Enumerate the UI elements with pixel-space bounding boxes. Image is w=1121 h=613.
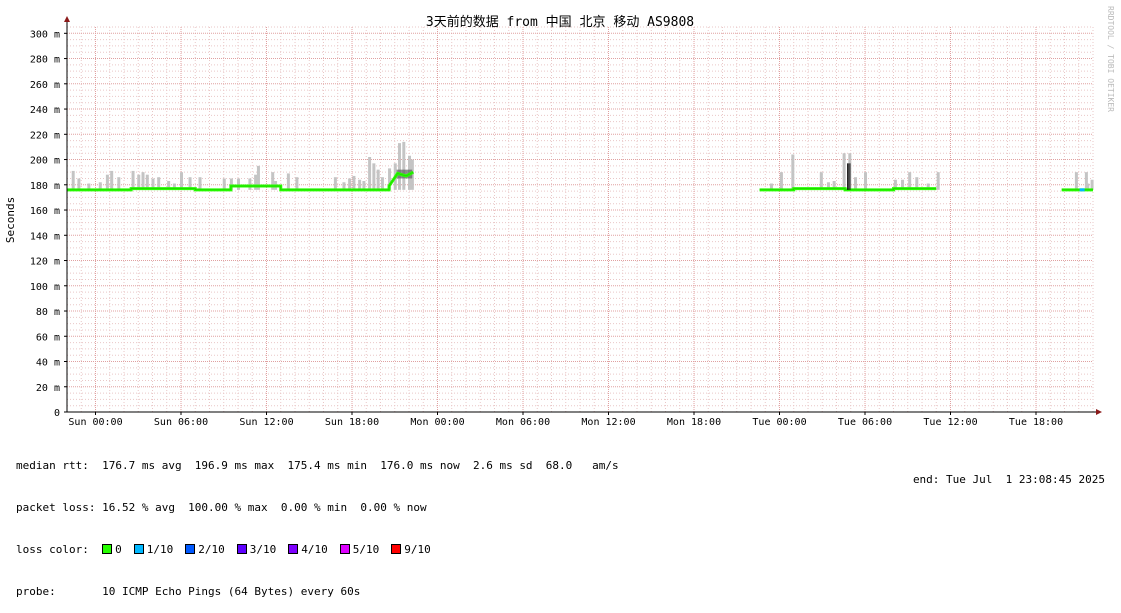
end-time: end: Tue Jul 1 23:08:45 2025 — [912, 473, 1105, 486]
x-tick-label: Sun 18:00 — [325, 417, 379, 428]
loss-color-label: loss color: — [16, 543, 89, 556]
x-tick-label: Mon 00:00 — [410, 417, 464, 428]
packet-loss-line: packet loss: 16.52 % avg 100.00 % max 0.… — [16, 501, 427, 514]
loss-marker — [1079, 188, 1085, 192]
y-tick-label: 260 m — [30, 80, 60, 91]
smoke-bar — [864, 172, 867, 190]
legend-label: 0 — [115, 543, 122, 556]
legend-item: 0 — [102, 543, 122, 556]
loss-legend-items: 0 1/10 2/10 3/10 4/10 5/10 9/10 — [102, 543, 443, 556]
legend-item: 3/10 — [236, 543, 277, 556]
smoke-bar — [295, 177, 299, 190]
y-tick-label: 100 m — [30, 282, 60, 293]
y-tick-label: 80 m — [36, 307, 60, 318]
smoke-bar — [117, 177, 121, 190]
y-tick-label: 180 m — [30, 181, 60, 192]
y-tick-label: 40 m — [36, 358, 60, 369]
smoke-bar — [254, 174, 258, 190]
legend-swatch — [185, 544, 196, 554]
rrdtool-watermark: RRDTOOL / TOBI OETIKER — [1106, 6, 1115, 112]
smoke-bar — [791, 154, 795, 190]
smoke-bar — [71, 170, 75, 190]
grid — [66, 26, 1094, 412]
legend-swatch — [288, 544, 299, 554]
legend-item: 9/10 — [391, 543, 431, 556]
y-tick-label: 280 m — [30, 55, 60, 66]
y-tick-label: 160 m — [30, 206, 60, 217]
x-tick-label: Mon 12:00 — [581, 417, 635, 428]
smoke-bar — [372, 163, 376, 190]
x-tick-label: Sun 12:00 — [239, 417, 293, 428]
legend-swatch — [133, 544, 144, 554]
x-tick-label: Tue 06:00 — [838, 417, 892, 428]
smoke-bar — [105, 174, 109, 190]
smoke-bar — [352, 175, 356, 190]
y-tick-label: 200 m — [30, 156, 60, 167]
y-tick-label: 60 m — [36, 332, 60, 343]
x-tick-label: Tue 18:00 — [1009, 417, 1063, 428]
legend-item: 4/10 — [288, 543, 328, 556]
loss-color-legend: loss color: 0 1/10 2/10 3/10 4/10 5/10 9/10 — [16, 543, 619, 557]
y-tick-label: 140 m — [30, 231, 60, 242]
y-axis-arrow — [64, 16, 70, 22]
smoke-bar — [1084, 172, 1088, 190]
smoke-bar — [248, 178, 252, 190]
smoke-bar — [131, 170, 135, 190]
legend-label: 3/10 — [249, 543, 277, 556]
legend-swatch — [391, 544, 402, 554]
smoke-bar — [380, 177, 384, 190]
smoke-bar — [237, 178, 240, 190]
smoke-bar — [368, 157, 372, 190]
legend-label: 1/10 — [146, 543, 174, 556]
x-tick-label: Tue 12:00 — [923, 417, 977, 428]
latency-chart: 0 20 m 40 m 60 m 80 m 100 m 120 m 140 m 160 m 180… — [4, 6, 1115, 428]
y-tick-label: 220 m — [30, 130, 60, 141]
smoke-bar — [376, 169, 380, 190]
y-tick-label: 0 — [54, 408, 60, 419]
median-rtt-line: median rtt: 176.7 ms avg 196.9 ms max 17… — [16, 459, 619, 472]
smoke-bar — [286, 173, 290, 190]
chart-title: 3天前的数据 from 中国 北京 移动 AS9808 — [426, 14, 694, 30]
x-tick-label: Mon 18:00 — [667, 417, 721, 428]
smoke-bar — [854, 177, 858, 190]
y-tick-label: 300 m — [30, 29, 60, 40]
legend-swatch — [339, 544, 350, 554]
x-axis-arrow — [1096, 409, 1102, 415]
y-tick-label: 240 m — [30, 105, 60, 116]
y-tick-label: 120 m — [30, 257, 60, 268]
legend-swatch — [236, 544, 247, 554]
legend-label: 9/10 — [404, 543, 431, 556]
smoke-bar — [402, 141, 406, 190]
smoke-bar — [1074, 172, 1078, 190]
legend-label: 2/10 — [198, 543, 225, 556]
smoke-bar — [842, 153, 846, 190]
legend-swatch — [102, 544, 113, 554]
y-axis-label: Seconds — [4, 197, 17, 243]
legend-label: 4/10 — [301, 543, 328, 556]
smoke-bar — [1090, 179, 1094, 190]
smoke-bar — [348, 178, 352, 190]
x-tick-label: Sun 06:00 — [154, 417, 208, 428]
x-tick-label: Mon 06:00 — [496, 417, 550, 428]
smoke-bar — [77, 178, 81, 190]
y-tick-label: 20 m — [36, 383, 60, 394]
smoke-bar — [936, 172, 940, 190]
legend-label: 5/10 — [352, 543, 380, 556]
smoke-bar — [358, 179, 362, 190]
legend-item: 5/10 — [339, 543, 380, 556]
x-tick-label: Sun 00:00 — [68, 417, 122, 428]
smoke-bar — [779, 172, 783, 190]
stats-panel: median rtt: 176.7 ms avg 196.9 ms max 17… — [16, 431, 619, 613]
legend-item: 1/10 — [133, 543, 174, 556]
smoke-bar — [110, 170, 114, 190]
legend-item: 2/10 — [185, 543, 225, 556]
smoke-bar — [198, 177, 202, 190]
smoke-bar — [398, 143, 402, 190]
smoke-bar — [333, 177, 337, 190]
x-tick-label: Tue 00:00 — [752, 417, 806, 428]
probe-line: probe: 10 ICMP Echo Pings (64 Bytes) eve… — [16, 585, 361, 598]
smoke-bar — [222, 178, 226, 190]
